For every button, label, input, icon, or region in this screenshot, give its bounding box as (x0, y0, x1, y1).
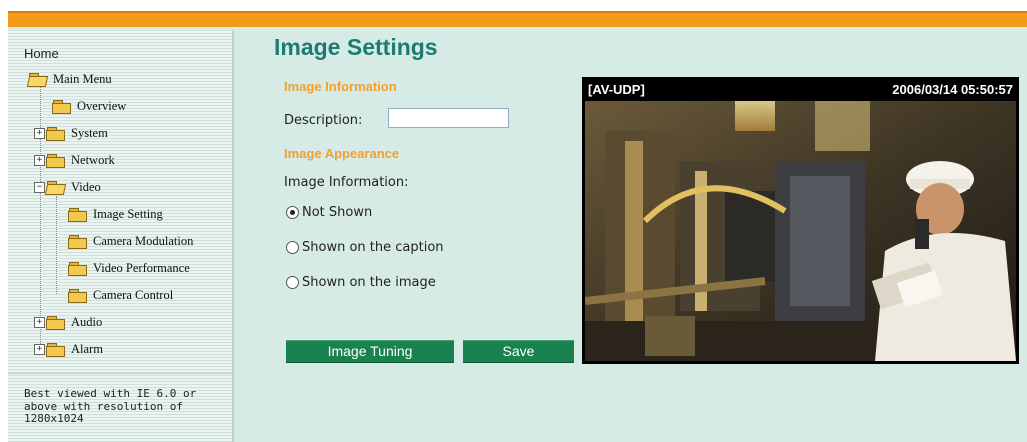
sidebar-item-label: Video (71, 179, 101, 194)
image-tuning-button[interactable]: Image Tuning (286, 340, 454, 363)
radio-option-not-shown[interactable]: Not Shown (286, 205, 372, 220)
expand-plus-icon[interactable]: + (34, 127, 45, 139)
folder-icon (68, 288, 87, 303)
save-button[interactable]: Save (463, 340, 574, 363)
sidebar-item-alarm[interactable]: + Alarm (34, 339, 103, 359)
image-appearance-heading: Image Appearance (284, 146, 400, 161)
sidebar-item-video-performance[interactable]: Video Performance (68, 258, 190, 278)
sidebar-item-label: Camera Modulation (93, 233, 194, 248)
sidebar-item-camera-control[interactable]: Camera Control (68, 285, 173, 305)
folder-icon (46, 342, 65, 357)
sidebar-item-label: Alarm (71, 341, 103, 356)
page-title: Image Settings (274, 34, 438, 60)
collapse-minus-icon[interactable]: − (34, 181, 45, 193)
folder-icon (46, 315, 65, 330)
sidebar-divider (8, 373, 232, 374)
folder-icon (52, 99, 71, 114)
sidebar-item-label: Image Setting (93, 206, 163, 221)
folder-icon (68, 207, 87, 222)
sidebar-item-label: Camera Control (93, 287, 174, 302)
browser-note: Best viewed with IE 6.0 or above with re… (24, 387, 197, 425)
expand-plus-icon[interactable]: + (34, 343, 45, 355)
radio-label: Shown on the caption (302, 240, 444, 255)
sidebar-item-system[interactable]: + System (34, 123, 108, 143)
folder-icon (46, 153, 65, 168)
radio-unchecked-icon[interactable] (286, 241, 299, 254)
description-input[interactable] (388, 108, 509, 128)
description-label: Description: (284, 113, 363, 128)
sidebar-item-main-menu[interactable]: Main Menu (26, 69, 112, 89)
radio-label: Shown on the image (302, 275, 436, 290)
top-accent-bar (8, 11, 1027, 27)
sidebar-item-label: Video Performance (93, 260, 190, 275)
sidebar-item-video[interactable]: − Video (34, 177, 101, 197)
radio-option-image[interactable]: Shown on the image (286, 275, 436, 290)
camera-timestamp: 2006/03/14 05:50:57 (892, 82, 1013, 97)
folder-open-icon (44, 180, 67, 195)
sidebar-item-network[interactable]: + Network (34, 150, 115, 170)
sidebar-item-label: Network (71, 152, 115, 167)
expand-plus-icon[interactable]: + (34, 316, 45, 328)
radio-label: Not Shown (302, 205, 373, 220)
folder-open-icon (26, 72, 49, 87)
sidebar-item-overview[interactable]: Overview (52, 96, 126, 116)
radio-checked-icon[interactable] (286, 206, 299, 219)
radio-unchecked-icon[interactable] (286, 276, 299, 289)
image-info-label: Image Information: (284, 175, 409, 190)
sidebar-item-label: Main Menu (53, 71, 112, 86)
folder-icon (68, 234, 87, 249)
sidebar-item-image-setting[interactable]: Image Setting (68, 204, 163, 224)
folder-icon (68, 261, 87, 276)
sidebar-item-audio[interactable]: + Audio (34, 312, 102, 332)
camera-preview: [AV-UDP] 2006/03/14 05:50:57 (582, 77, 1019, 364)
preview-caption-bar: [AV-UDP] 2006/03/14 05:50:57 (582, 77, 1019, 101)
radio-option-caption[interactable]: Shown on the caption (286, 240, 444, 255)
sidebar-item-label: Overview (77, 98, 127, 113)
tree-line (56, 196, 57, 294)
expand-plus-icon[interactable]: + (34, 154, 45, 166)
sidebar-item-label: Audio (71, 314, 103, 329)
camera-image (585, 101, 1016, 361)
image-information-heading: Image Information (284, 79, 397, 94)
sidebar-item-label: System (71, 125, 108, 140)
folder-icon (46, 126, 65, 141)
nav-home-link[interactable]: Home (24, 46, 59, 61)
sidebar-item-camera-modulation[interactable]: Camera Modulation (68, 231, 193, 251)
camera-name: [AV-UDP] (588, 82, 645, 97)
